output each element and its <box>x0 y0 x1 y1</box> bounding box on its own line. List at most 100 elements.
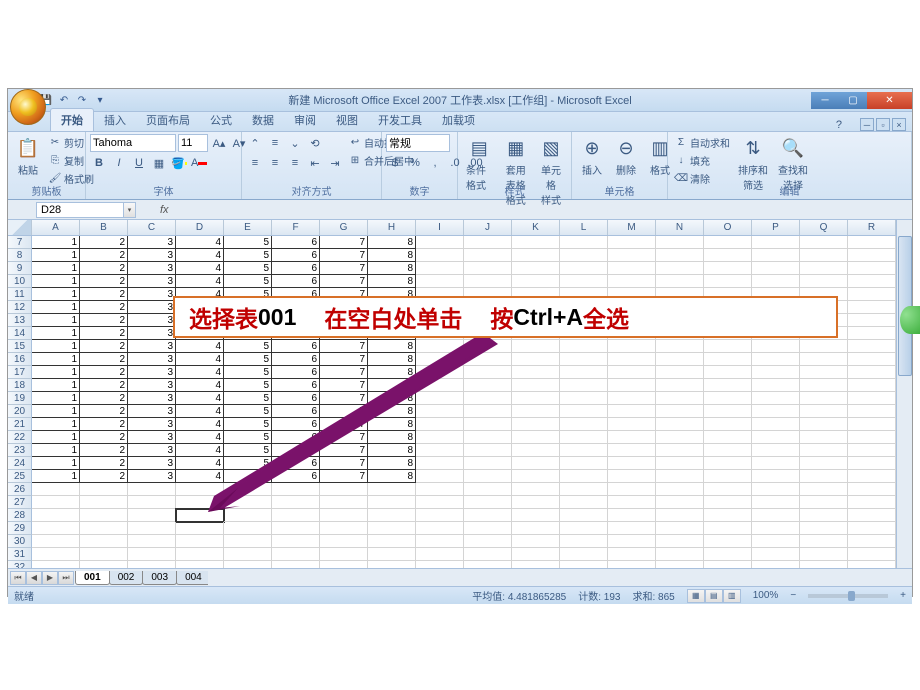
cell[interactable]: 5 <box>224 275 272 288</box>
cell[interactable]: 8 <box>368 262 416 275</box>
cell[interactable]: 5 <box>224 262 272 275</box>
cell[interactable]: 7 <box>320 470 368 483</box>
row-header[interactable]: 19 <box>8 392 32 405</box>
cell[interactable] <box>416 353 464 366</box>
cell[interactable] <box>464 340 512 353</box>
cell[interactable] <box>608 262 656 275</box>
cell[interactable]: 4 <box>176 236 224 249</box>
cell[interactable] <box>704 535 752 548</box>
cell[interactable] <box>560 262 608 275</box>
row-header[interactable]: 28 <box>8 509 32 522</box>
cell[interactable] <box>560 548 608 561</box>
cell[interactable] <box>800 496 848 509</box>
cell[interactable] <box>416 457 464 470</box>
cell[interactable]: 6 <box>272 275 320 288</box>
row-header[interactable]: 13 <box>8 314 32 327</box>
cell[interactable] <box>704 548 752 561</box>
cell[interactable]: 1 <box>32 327 80 340</box>
row-header[interactable]: 21 <box>8 418 32 431</box>
cell[interactable] <box>704 249 752 262</box>
cell[interactable]: 1 <box>32 340 80 353</box>
cell[interactable] <box>272 509 320 522</box>
cell[interactable] <box>608 457 656 470</box>
cell[interactable]: 3 <box>128 340 176 353</box>
cell[interactable]: 6 <box>272 379 320 392</box>
sheet-tab-002[interactable]: 002 <box>109 571 144 585</box>
cell[interactable] <box>32 509 80 522</box>
cell[interactable] <box>560 392 608 405</box>
cell[interactable]: 5 <box>224 418 272 431</box>
cell[interactable] <box>512 522 560 535</box>
cell[interactable]: 5 <box>224 444 272 457</box>
cell[interactable]: 2 <box>80 431 128 444</box>
align-bottom-icon[interactable]: ⌄ <box>286 134 304 152</box>
cell[interactable]: 4 <box>176 340 224 353</box>
cell[interactable] <box>560 522 608 535</box>
cell[interactable] <box>176 509 224 522</box>
cell[interactable] <box>560 509 608 522</box>
cell[interactable]: 4 <box>176 405 224 418</box>
cell[interactable] <box>416 548 464 561</box>
cell[interactable]: 3 <box>128 366 176 379</box>
cell[interactable]: 2 <box>80 470 128 483</box>
cell[interactable] <box>800 509 848 522</box>
row-header[interactable]: 12 <box>8 301 32 314</box>
cell[interactable] <box>704 431 752 444</box>
cell[interactable] <box>176 548 224 561</box>
tab-review[interactable]: 审阅 <box>284 109 326 131</box>
cell[interactable]: 5 <box>224 379 272 392</box>
cell[interactable]: 3 <box>128 444 176 457</box>
orientation-icon[interactable]: ⟲ <box>306 134 324 152</box>
cell[interactable] <box>464 548 512 561</box>
cell[interactable] <box>656 249 704 262</box>
cell[interactable] <box>512 418 560 431</box>
cell[interactable] <box>368 548 416 561</box>
cell[interactable] <box>752 418 800 431</box>
maximize-button[interactable]: ▢ <box>839 92 867 109</box>
cell[interactable] <box>704 405 752 418</box>
cell[interactable]: 1 <box>32 288 80 301</box>
cell[interactable]: 6 <box>272 457 320 470</box>
cell[interactable] <box>560 457 608 470</box>
cell[interactable]: 1 <box>32 301 80 314</box>
cell[interactable] <box>368 496 416 509</box>
col-header-C[interactable]: C <box>128 220 176 235</box>
cell[interactable] <box>80 509 128 522</box>
col-header-A[interactable]: A <box>32 220 80 235</box>
col-header-D[interactable]: D <box>176 220 224 235</box>
cell[interactable] <box>800 249 848 262</box>
cell[interactable] <box>416 262 464 275</box>
cell[interactable] <box>656 418 704 431</box>
row-header[interactable]: 17 <box>8 366 32 379</box>
cell[interactable] <box>512 392 560 405</box>
cell[interactable] <box>32 496 80 509</box>
cell[interactable]: 4 <box>176 353 224 366</box>
cell[interactable] <box>800 405 848 418</box>
cell[interactable] <box>800 561 848 568</box>
cell[interactable]: 1 <box>32 379 80 392</box>
cell[interactable] <box>800 522 848 535</box>
cell[interactable] <box>560 431 608 444</box>
cell[interactable] <box>464 457 512 470</box>
cell[interactable]: 1 <box>32 405 80 418</box>
tab-last-icon[interactable]: ⏭ <box>58 571 74 585</box>
cell[interactable] <box>608 431 656 444</box>
cell[interactable] <box>416 249 464 262</box>
autosum-button[interactable]: Σ自动求和 <box>672 134 732 151</box>
cell[interactable] <box>800 366 848 379</box>
cell[interactable] <box>752 392 800 405</box>
cell[interactable]: 7 <box>320 444 368 457</box>
cell[interactable] <box>176 561 224 568</box>
cell[interactable] <box>752 444 800 457</box>
cell[interactable]: 2 <box>80 262 128 275</box>
cell[interactable] <box>848 535 896 548</box>
cell[interactable] <box>176 535 224 548</box>
cell[interactable]: 6 <box>272 262 320 275</box>
cell[interactable]: 2 <box>80 457 128 470</box>
cell[interactable] <box>416 431 464 444</box>
cell[interactable] <box>80 561 128 568</box>
cell[interactable] <box>416 561 464 568</box>
row-header[interactable]: 10 <box>8 275 32 288</box>
cell[interactable]: 7 <box>320 366 368 379</box>
cell[interactable]: 2 <box>80 236 128 249</box>
